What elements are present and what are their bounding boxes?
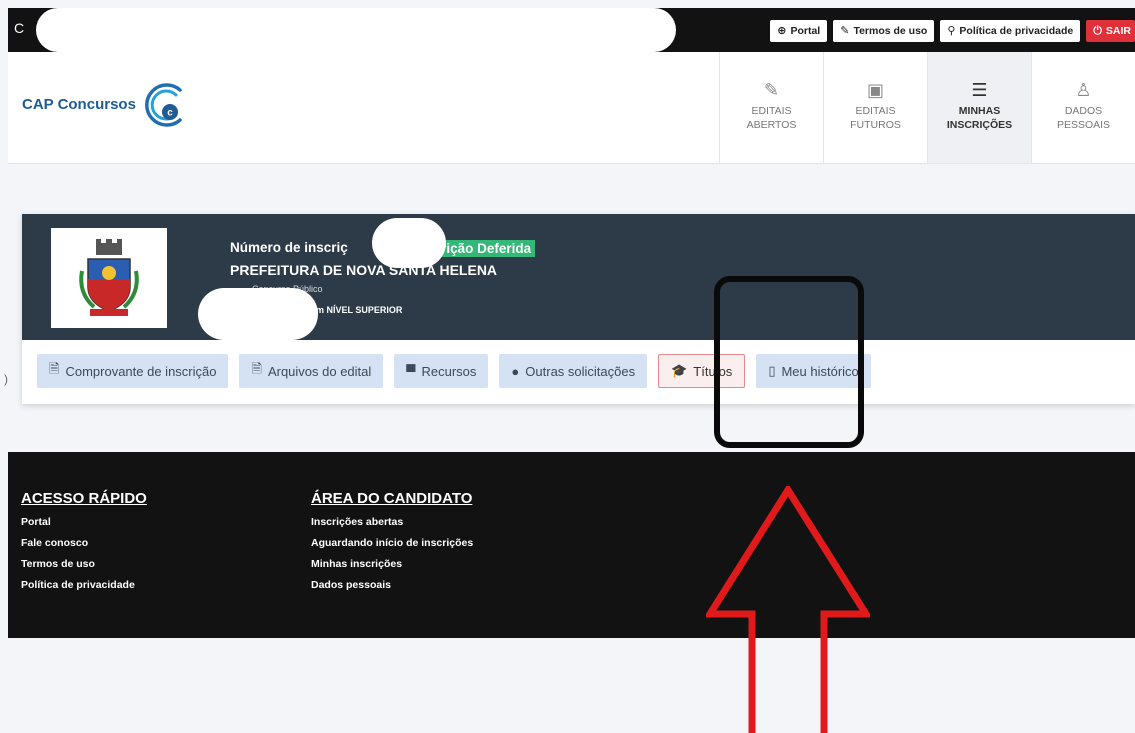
footer-area-candidato: ÁREA DO CANDIDATO Inscrições abertas Agu… (311, 490, 473, 600)
annotation-red-arrow-icon (706, 486, 870, 733)
edit-square-icon: ✎ (763, 80, 780, 100)
logout-button[interactable]: ⏻ SAIR (1086, 20, 1135, 42)
footer-link-dados-pessoais[interactable]: Dados pessoais (311, 579, 473, 591)
redaction-position (198, 288, 318, 340)
user-lock-icon: ⚲ (947, 24, 956, 37)
document-pen-icon: ✎ (840, 24, 850, 37)
footer-acesso-rapido: ACESSO RÁPIDO Portal Fale conosco Termos… (21, 490, 147, 600)
top-bar: C ⊕ Portal ✎ Termos de uso ⚲ Política de pr… (8, 8, 1135, 52)
city-coat-of-arms-icon (79, 239, 139, 316)
nav-dados-pessoais[interactable]: ♙ DADOS PESSOAIS (1031, 52, 1135, 163)
site-header: CAP Concursos c ✎ EDITAIS ABERTOS ▣ EDIT… (8, 52, 1135, 164)
file-icon: 🗎 (49, 361, 60, 376)
footer-link-minhas-inscricoes[interactable]: Minhas inscrições (311, 558, 473, 570)
arquivos-edital-button[interactable]: 🗎 Arquivos do edital (239, 354, 384, 388)
nav-editais-futuros[interactable]: ▣ EDITAIS FUTUROS (823, 52, 927, 163)
comprovante-button[interactable]: 🗎 Comprovante de inscrição (37, 354, 229, 388)
graduation-cap-icon: 🎓 (671, 363, 688, 378)
brand-mark-letter: c (167, 108, 173, 119)
footer-link-portal[interactable]: Portal (21, 516, 147, 528)
brand-mark-icon: c (145, 83, 182, 127)
footer-link-privacidade[interactable]: Política de privacidade (21, 579, 147, 591)
recursos-button[interactable]: ▀ Recursos (394, 354, 489, 388)
top-links: ⊕ Portal ✎ Termos de uso ⚲ Política de priv… (770, 20, 1135, 42)
registration-card-header: Número de inscriç nscrição Deferida PREF… (22, 214, 1135, 340)
comments-icon: ● (511, 363, 520, 379)
brand-name: CAP Concursos (22, 95, 136, 113)
site-footer: ACESSO RÁPIDO Portal Fale conosco Termos… (8, 452, 1135, 638)
message-icon: ▀ (406, 363, 416, 379)
registration-card: Número de inscriç nscrição Deferida PREF… (22, 214, 1135, 404)
calendar-icon: ▣ (866, 80, 884, 100)
list-icon: ☰ (971, 80, 988, 100)
main-nav: ✎ EDITAIS ABERTOS ▣ EDITAIS FUTUROS ☰ MI… (719, 52, 1135, 163)
user-icon: ♙ (1075, 80, 1092, 100)
footer-link-inscricoes-abertas[interactable]: Inscrições abertas (311, 516, 473, 528)
footer-link-fale-conosco[interactable]: Fale conosco (21, 537, 147, 549)
nav-editais-abertos[interactable]: ✎ EDITAIS ABERTOS (719, 52, 823, 163)
annotation-highlight-box (714, 276, 864, 448)
brand-logo[interactable]: CAP Concursos c (22, 80, 188, 128)
nav-label: EDITAIS ABERTOS (746, 105, 797, 132)
footer-link-termos[interactable]: Termos de uso (21, 558, 147, 570)
city-emblem (51, 228, 167, 328)
power-icon: ⏻ (1093, 24, 1102, 37)
footer-heading: ACESSO RÁPIDO (21, 490, 147, 507)
redaction-number (372, 218, 446, 268)
page-bottom (0, 638, 1135, 733)
file-icon: 🗎 (251, 361, 262, 376)
organization-name: PREFEITURA DE NOVA SANTA HELENA (230, 262, 498, 278)
footer-heading: ÁREA DO CANDIDATO (311, 490, 473, 507)
footer-link-aguardando[interactable]: Aguardando início de inscrições (311, 537, 473, 549)
registration-number-label: Número de inscriç (230, 240, 348, 255)
top-bar-left-text: C (14, 20, 25, 36)
terms-link[interactable]: ✎ Termos de uso (833, 20, 935, 42)
globe-icon: ⊕ (777, 24, 787, 37)
privacy-link[interactable]: ⚲ Política de privacidade (940, 20, 1081, 42)
redaction-top (36, 8, 676, 52)
nav-label: DADOS PESSOAIS (1056, 105, 1111, 132)
nav-minhas-inscricoes[interactable]: ☰ MINHAS INSCRIÇÕES (927, 52, 1031, 163)
nav-label: EDITAIS FUTUROS (850, 105, 901, 132)
outras-solicitacoes-button[interactable]: ● Outras solicitações (499, 354, 648, 388)
edge-mark: ) (4, 372, 8, 386)
portal-link[interactable]: ⊕ Portal (770, 20, 828, 42)
nav-label: MINHAS INSCRIÇÕES (946, 105, 1013, 132)
